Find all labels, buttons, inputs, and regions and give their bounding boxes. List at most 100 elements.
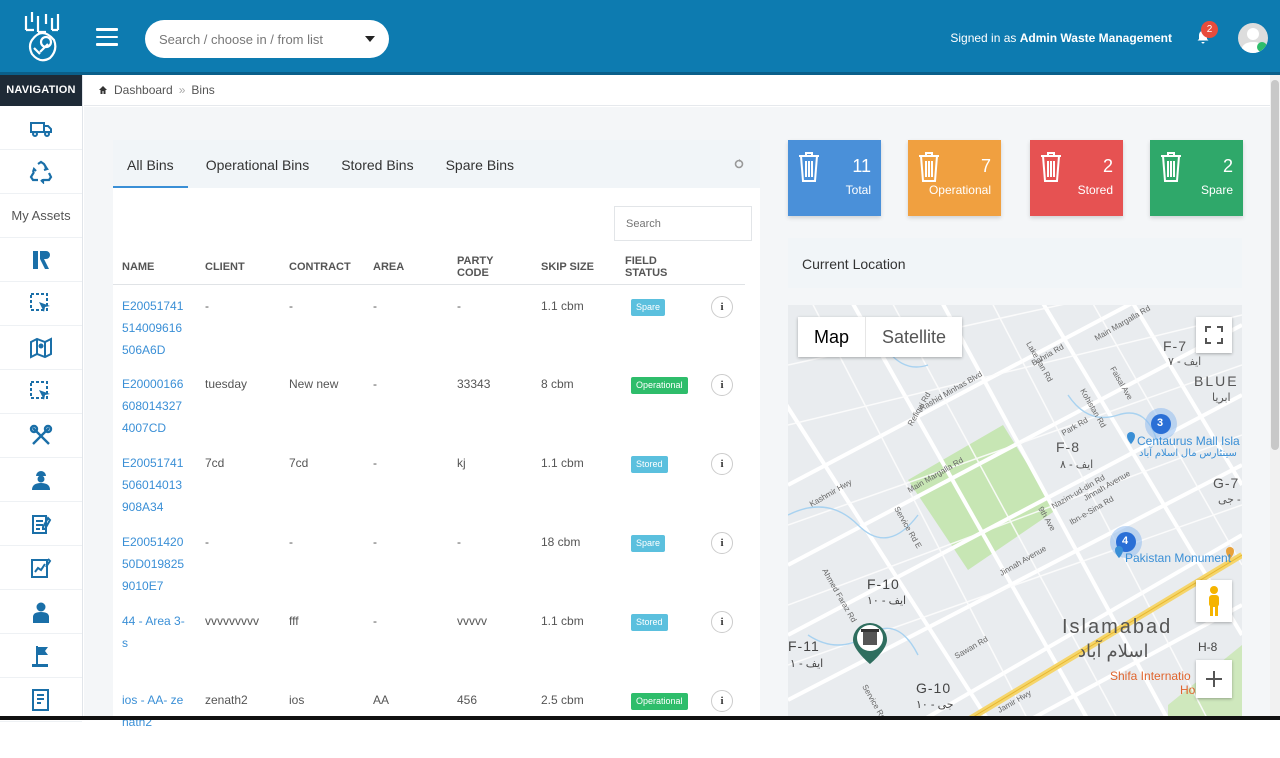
cell-field-status: Spare bbox=[616, 521, 702, 600]
col-name[interactable]: NAME bbox=[113, 250, 196, 285]
signed-user[interactable]: Admin Waste Management bbox=[1020, 31, 1172, 45]
col-field-status[interactable]: FIELD STATUS bbox=[616, 250, 702, 285]
col-skip-size[interactable]: SKIP SIZE bbox=[532, 250, 616, 285]
cell-client: - bbox=[205, 535, 209, 549]
table-row[interactable]: E200001666080143274007CD tuesday New new - 3… bbox=[113, 363, 745, 442]
map-label-blue-urdu: ابریا bbox=[1212, 392, 1231, 404]
cell-skip-size: 18 cbm bbox=[541, 535, 581, 549]
page-scrollbar-thumb[interactable] bbox=[1271, 80, 1279, 450]
map-label-f10-urdu: ایف - ۱۰ bbox=[867, 595, 907, 607]
cell-name[interactable]: 44 - Area 3- s bbox=[113, 600, 196, 679]
current-location-title: Current Location bbox=[788, 238, 1242, 288]
tab-operational-bins[interactable]: Operational Bins bbox=[188, 140, 324, 188]
sidebar-item-recycle[interactable] bbox=[0, 150, 82, 194]
cell-actions: i bbox=[702, 521, 745, 600]
notification-badge: 2 bbox=[1201, 21, 1218, 38]
map-fullscreen-button[interactable] bbox=[1196, 317, 1232, 353]
info-icon[interactable]: i bbox=[711, 295, 733, 318]
breadcrumb: Dashboard » Bins bbox=[84, 75, 1270, 106]
col-party-code[interactable]: PARTY CODE bbox=[448, 250, 532, 285]
map-type-satellite-button[interactable]: Satellite bbox=[865, 317, 962, 357]
table-search-input[interactable] bbox=[614, 206, 752, 241]
sidebar-item-users[interactable] bbox=[0, 590, 82, 634]
status-badge: Spare bbox=[631, 298, 666, 316]
cell-area: - bbox=[373, 614, 377, 628]
cell-field-status: Stored bbox=[616, 442, 702, 521]
cell-name[interactable]: E2005142050D0198259010E7 bbox=[113, 521, 196, 600]
tab-stored-bins[interactable]: Stored Bins bbox=[323, 140, 427, 188]
sidebar-item-tools[interactable] bbox=[0, 414, 82, 458]
flag-icon bbox=[32, 645, 48, 667]
stat-card-spare[interactable]: 2 Spare bbox=[1150, 140, 1243, 216]
breadcrumb-separator: » bbox=[178, 83, 186, 97]
info-icon[interactable]: i bbox=[711, 611, 733, 633]
map-label-g10: G-10 bbox=[916, 680, 952, 696]
cell-name[interactable]: E20051741506014013908A34 bbox=[113, 442, 196, 521]
top-search-select[interactable]: Search / choose in / from list bbox=[145, 20, 389, 58]
menu-toggle-button[interactable] bbox=[96, 28, 118, 46]
tab-spare-bins[interactable]: Spare Bins bbox=[428, 140, 528, 188]
stat-card-operational[interactable]: 7 Operational bbox=[908, 140, 1001, 216]
col-client[interactable]: CLIENT bbox=[196, 250, 280, 285]
cell-name[interactable]: E200001666080143274007CD bbox=[113, 363, 196, 442]
map-cluster-1-count[interactable]: 3 bbox=[1157, 417, 1163, 429]
tab-all-bins[interactable]: All Bins bbox=[113, 140, 188, 188]
table-row[interactable]: E2005142050D0198259010E7- - - -18 cbm Spare i bbox=[113, 521, 745, 600]
cell-skip-size: 8 cbm bbox=[541, 377, 574, 391]
refresh-icon[interactable] bbox=[734, 159, 744, 169]
top-bar: Search / choose in / from list Signed in… bbox=[0, 0, 1280, 75]
trash-bin-icon bbox=[1041, 152, 1061, 182]
info-icon[interactable]: i bbox=[711, 374, 733, 396]
sidebar-item-workers[interactable] bbox=[0, 458, 82, 502]
sidebar-item-bin-tags[interactable] bbox=[0, 238, 82, 282]
table-header-row: NAME CLIENT CONTRACT AREA PARTY CODE SKI… bbox=[113, 250, 745, 285]
home-icon bbox=[99, 86, 107, 94]
avatar[interactable] bbox=[1238, 23, 1268, 53]
map-label-f10: F-10 bbox=[867, 576, 900, 592]
sidebar-my-assets-label: My Assets bbox=[0, 194, 82, 238]
sidebar-item-map[interactable] bbox=[0, 326, 82, 370]
sidebar-item-reports[interactable] bbox=[0, 546, 82, 590]
sidebar-item-vehicles[interactable] bbox=[0, 106, 82, 150]
cell-contract: fff bbox=[289, 614, 299, 628]
chart-report-icon bbox=[31, 557, 52, 578]
map-label-f7: F-7 bbox=[1163, 338, 1187, 354]
signed-prefix: Signed in as bbox=[950, 31, 1017, 45]
map-cluster-2-count[interactable]: 4 bbox=[1122, 535, 1128, 547]
stat-card-total[interactable]: 11 Total bbox=[788, 140, 881, 216]
cell-actions: i bbox=[702, 284, 745, 363]
sidebar-item-select-area[interactable] bbox=[0, 282, 82, 326]
cell-field-status: Stored bbox=[616, 600, 702, 679]
table-row[interactable]: 44 - Area 3- s vvvvvvvvv fff - vvvvv 1.1 cbm S… bbox=[113, 600, 745, 679]
signed-in-text: Signed in as Admin Waste Management bbox=[950, 31, 1172, 45]
cell-name[interactable]: E20051741514009616506A6D bbox=[113, 284, 196, 363]
info-icon[interactable]: i bbox=[711, 532, 733, 554]
stat-card-stored[interactable]: 2 Stored bbox=[1030, 140, 1123, 216]
info-icon[interactable]: i bbox=[711, 690, 733, 712]
cell-skip-size: 1.1 cbm bbox=[541, 614, 584, 628]
user-icon bbox=[33, 602, 49, 623]
info-icon[interactable]: i bbox=[711, 453, 733, 475]
location-map[interactable]: F-7 ایف - ۷ BLUE ابریا F-8 ایف - ۸ G-7 ج… bbox=[788, 305, 1242, 720]
app-logo-icon[interactable] bbox=[20, 10, 64, 64]
sidebar-item-zones[interactable] bbox=[0, 634, 82, 678]
map-label-h8: H-8 bbox=[1198, 640, 1218, 654]
map-street-view-button[interactable] bbox=[1196, 580, 1232, 622]
table-row[interactable]: E20051741506014013908A34 7cd 7cd - kj 1.1 cbm… bbox=[113, 442, 745, 521]
bins-table: NAME CLIENT CONTRACT AREA PARTY CODE SKI… bbox=[113, 250, 745, 758]
col-contract[interactable]: CONTRACT bbox=[280, 250, 364, 285]
sidebar-item-tasks[interactable] bbox=[0, 502, 82, 546]
sidebar-item-select-region[interactable] bbox=[0, 370, 82, 414]
table-row[interactable]: E20051741514009616506A6D - - - -1.1 cbm Spare… bbox=[113, 284, 745, 363]
cell-client: 7cd bbox=[205, 456, 225, 470]
breadcrumb-home[interactable]: Dashboard bbox=[114, 83, 173, 97]
map-type-map-button[interactable]: Map bbox=[798, 317, 865, 357]
worker-icon bbox=[32, 470, 50, 490]
map-zoom-in-button[interactable] bbox=[1196, 660, 1232, 698]
fullscreen-icon bbox=[1205, 326, 1223, 344]
user-avatar-icon bbox=[1241, 28, 1267, 53]
stat-stored-label: Stored bbox=[1077, 183, 1113, 197]
map-label-f11: F-11 bbox=[788, 638, 820, 654]
map-label-g10-urdu: جی - ۱۰ bbox=[916, 699, 954, 711]
col-area[interactable]: AREA bbox=[364, 250, 448, 285]
